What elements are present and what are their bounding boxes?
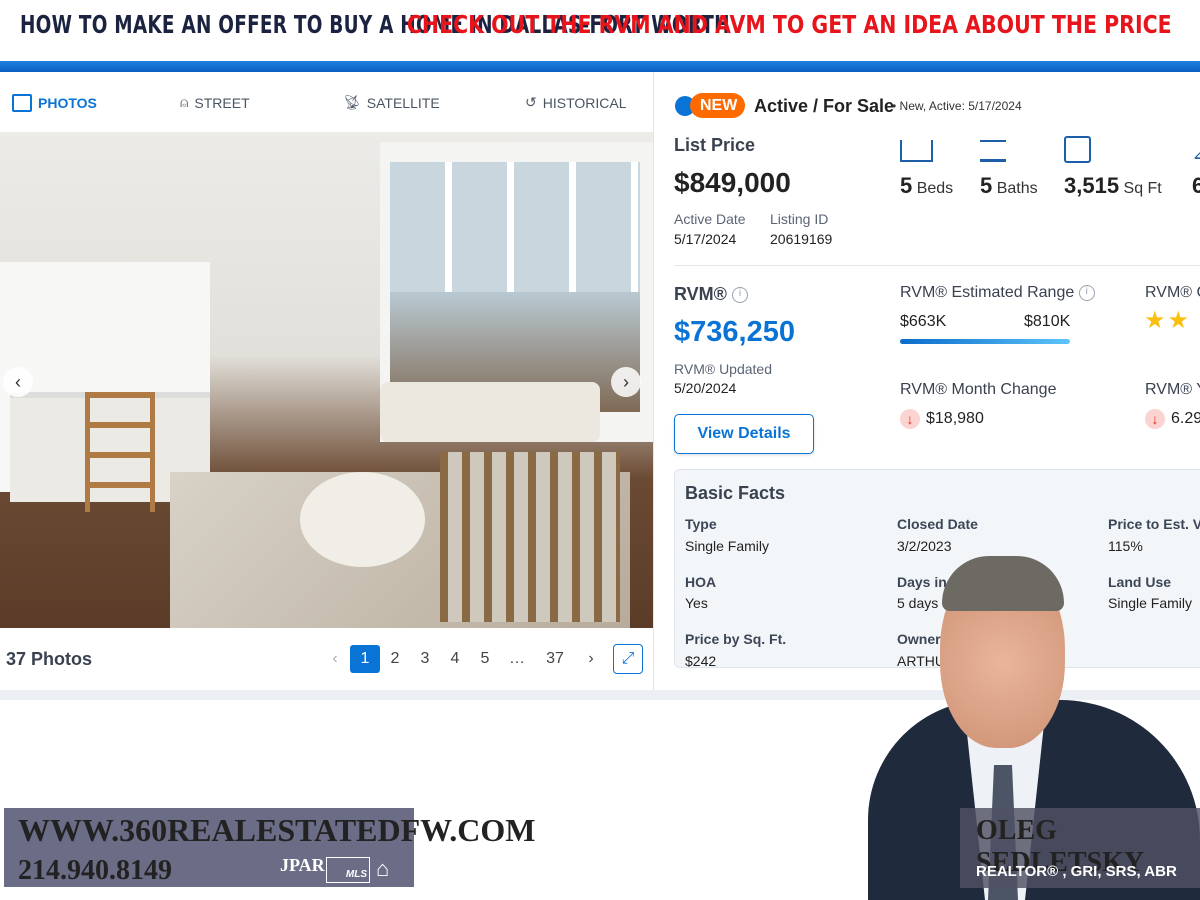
page-subtitle: CHECK OUT THE RVM AND AVM TO GET AN IDEA…	[407, 10, 1172, 39]
fact-value: $242	[685, 653, 717, 668]
rvm-updated-label: RVM® Updated	[674, 361, 772, 377]
listing-photo[interactable]: ‹ ›	[0, 132, 653, 628]
page-1[interactable]: 1	[350, 645, 380, 673]
bed-icon	[900, 140, 933, 162]
tab-photos[interactable]: PHOTOS	[12, 94, 97, 112]
arrow-down-icon: ↓	[900, 409, 920, 429]
star-rating-icon: ★★	[1144, 307, 1192, 334]
phone-number[interactable]: 214.940.8149	[18, 855, 172, 887]
satellite-icon: 📡︎	[343, 94, 361, 110]
info-icon[interactable]: i	[731, 287, 748, 304]
rvm-month-change: ↓ $18,980	[900, 409, 984, 429]
rvm-updated: 5/20/2024	[674, 380, 737, 396]
pagination-next[interactable]: ›	[576, 645, 606, 673]
basic-facts-card: Basic Facts Type Single Family Closed Da…	[674, 469, 1200, 668]
fact-label: Price to Est. V	[1108, 516, 1200, 532]
fact-value: Yes	[685, 595, 708, 611]
fact-label: Type	[685, 516, 717, 532]
fact-value: Single Family	[685, 538, 770, 554]
fact-label: Land Use	[1108, 574, 1172, 590]
header-divider	[0, 61, 1200, 72]
baths-spec: 5 Baths	[980, 173, 1038, 198]
view-details-button[interactable]: View Details	[674, 414, 814, 454]
page-37[interactable]: 37	[540, 645, 570, 673]
tab-satellite[interactable]: 📡︎ SATELLITE	[343, 94, 440, 111]
bathtub-icon	[980, 140, 1006, 162]
beds-spec: 5 Beds	[900, 173, 954, 198]
previous-photo-button[interactable]: ‹	[3, 367, 33, 397]
expand-icon[interactable]: ⤢	[613, 644, 643, 674]
page-4[interactable]: 4	[440, 645, 470, 673]
fact-label: HOA	[685, 574, 717, 590]
history-icon: ↺	[525, 94, 537, 110]
rvm-year-change-label: RVM® Y	[1145, 381, 1200, 398]
fact-label: Price by Sq. Ft.	[685, 631, 787, 647]
floorplan-icon	[1064, 136, 1091, 163]
rvm-year-change: ↓ 6.29	[1145, 409, 1200, 429]
fact-value: 3/2/2023	[897, 538, 952, 554]
pagination-prev[interactable]: ‹	[320, 645, 350, 673]
page-3[interactable]: 3	[410, 645, 440, 673]
status-detail: • New, Active: 5/17/2024	[892, 99, 1022, 113]
listing-id: 20619169	[770, 231, 833, 247]
rvm-value: $736,250	[674, 316, 795, 348]
photo-count: 37 Photos	[6, 649, 93, 669]
sqft-spec: 3,515 Sq Ft	[1064, 173, 1162, 198]
list-price-label: List Price	[674, 135, 756, 155]
info-icon[interactable]: i	[1078, 284, 1095, 301]
tab-historical[interactable]: ↺ HISTORICAL	[525, 94, 627, 111]
fact-value: ARTHU	[897, 653, 945, 668]
new-badge: NEW	[690, 93, 746, 118]
listing-id-label: Listing ID	[770, 211, 829, 227]
fact-value: 115%	[1108, 538, 1143, 554]
jpar-logo: JPAR	[280, 855, 325, 875]
fact-value: 5 days	[897, 595, 939, 611]
range-low: $663K	[900, 313, 947, 330]
divider	[674, 265, 1200, 266]
active-date-label: Active Date	[674, 211, 746, 227]
fact-label: Owner	[897, 631, 941, 647]
range-bar	[900, 339, 1070, 344]
fact-label: Closed Date	[897, 516, 978, 532]
agent-title: REALTOR® , GRI, SRS, ABR	[976, 863, 1177, 880]
fact-value: Single Family	[1108, 595, 1193, 611]
next-photo-button[interactable]: ›	[611, 367, 641, 397]
page-5[interactable]: 5	[470, 645, 500, 673]
listing-status: Active / For Sale	[754, 96, 895, 116]
rvm-confidence-label: RVM® C	[1145, 284, 1200, 301]
lot-icon: ⊿	[1192, 140, 1200, 165]
rvm-month-change-label: RVM® Month Change	[900, 381, 1057, 398]
arrow-down-icon: ↓	[1145, 409, 1165, 429]
active-date: 5/17/2024	[674, 231, 737, 247]
website-link[interactable]: WWW.360REALESTATEDFW.COM	[18, 812, 535, 849]
tab-street[interactable]: ⍝ STREET	[180, 94, 250, 111]
realtor-mls-logo: MLS	[326, 857, 370, 883]
range-high: $810K	[1024, 313, 1071, 330]
basic-facts-title: Basic Facts	[685, 483, 786, 503]
rvm-range-label: RVM® Estimated Range i	[900, 284, 1095, 302]
lot-spec: 6	[1192, 173, 1200, 198]
page-ellipsis: …	[509, 650, 525, 667]
rvm-label: RVM® i	[674, 284, 748, 305]
equal-housing-logo: ⌂	[376, 856, 390, 881]
image-icon	[12, 94, 32, 112]
page-2[interactable]: 2	[380, 645, 410, 673]
list-price: $849,000	[674, 167, 791, 198]
street-view-icon: ⍝	[180, 94, 189, 110]
